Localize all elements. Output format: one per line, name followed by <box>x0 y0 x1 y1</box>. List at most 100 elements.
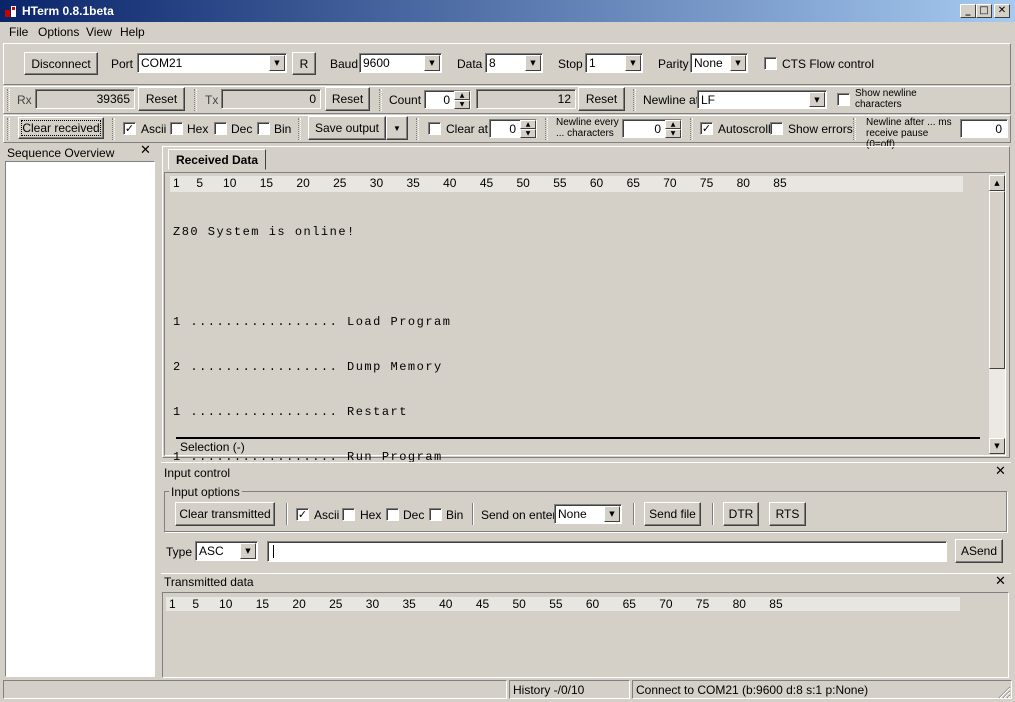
newline-at-select[interactable]: LF ▼ <box>697 90 827 109</box>
toolbar-grip[interactable] <box>112 118 115 140</box>
close-window-button[interactable]: ✕ <box>994 4 1010 18</box>
send-on-enter-select[interactable]: None ▼ <box>554 504 622 524</box>
tx-label: Tx <box>205 93 219 107</box>
close-icon[interactable]: ✕ <box>995 464 1006 479</box>
spin-up-icon[interactable]: ▲ <box>454 91 470 100</box>
connection-status: Connect to COM21 (b:9600 d:8 s:1 p:None) <box>632 680 1012 699</box>
cts-label: CTS Flow control <box>782 57 875 71</box>
count-reset-button[interactable]: Reset <box>578 87 625 111</box>
column-ruler: 1 5 10 15 20 25 30 35 40 45 50 55 60 65 … <box>166 597 960 611</box>
toolbar-grip[interactable] <box>298 118 301 140</box>
vertical-scrollbar[interactable]: ▲ ▼ <box>989 175 1005 454</box>
transmitted-data-title: Transmitted data <box>164 575 254 589</box>
clear-received-button[interactable]: Clear received <box>18 117 104 139</box>
type-label: Type <box>166 545 193 559</box>
separator <box>712 503 714 525</box>
close-icon[interactable]: ✕ <box>995 574 1006 589</box>
column-ruler: 1 5 10 15 20 25 30 35 40 45 50 55 60 65 … <box>170 176 963 192</box>
menu-help[interactable]: Help <box>120 25 145 39</box>
chevron-down-icon: ▼ <box>393 123 401 133</box>
clear-transmitted-button[interactable]: Clear transmitted <box>175 502 275 526</box>
show-errors-checkbox[interactable] <box>770 122 783 135</box>
toolbar-grip[interactable] <box>194 89 197 111</box>
sequence-list[interactable] <box>5 161 155 677</box>
close-icon[interactable]: ✕ <box>140 143 151 158</box>
received-line: 1 ................. Restart <box>173 405 408 419</box>
disconnect-button[interactable]: Disconnect <box>24 52 98 75</box>
toolbar-grip[interactable] <box>853 118 856 140</box>
toolbar-grip[interactable] <box>690 118 693 140</box>
input-ascii-checkbox[interactable]: ✓ <box>296 508 309 521</box>
rx-count: 39365 <box>35 89 135 109</box>
save-output-button[interactable]: Save output <box>308 116 386 140</box>
toolbar-grip[interactable] <box>7 89 10 111</box>
dec-checkbox[interactable] <box>214 122 227 135</box>
input-ascii-label: Ascii <box>314 508 340 522</box>
menu-file[interactable]: File <box>9 25 28 39</box>
toolbar-grip[interactable] <box>633 89 636 111</box>
autoscroll-checkbox[interactable]: ✓ <box>700 122 713 135</box>
newline-every-label: Newline every ... characters <box>556 117 619 139</box>
input-bin-checkbox[interactable] <box>429 508 442 521</box>
scroll-down-icon[interactable]: ▼ <box>989 438 1005 454</box>
received-line: 2 ................. Dump Memory <box>173 360 443 374</box>
menu-options[interactable]: Options <box>38 25 79 39</box>
toolbar-grip[interactable] <box>7 118 10 140</box>
save-output-dropdown[interactable]: ▼ <box>386 116 408 140</box>
newline-at-label: Newline at <box>643 93 700 107</box>
menu-view[interactable]: View <box>86 25 112 39</box>
type-select[interactable]: ASC ▼ <box>195 541 258 561</box>
spin-down-icon[interactable]: ▼ <box>454 100 470 109</box>
tab-received-data[interactable]: Received Data <box>168 149 266 170</box>
spin-down-icon[interactable]: ▼ <box>665 129 681 138</box>
resize-grip-icon[interactable] <box>998 686 1011 699</box>
rx-label: Rx <box>17 93 32 107</box>
toolbar-grip[interactable] <box>545 118 548 140</box>
separator <box>633 503 635 525</box>
scroll-up-icon[interactable]: ▲ <box>989 175 1005 191</box>
dtr-button[interactable]: DTR <box>723 502 759 526</box>
input-dec-checkbox[interactable] <box>386 508 399 521</box>
toolbar-grip[interactable] <box>416 118 419 140</box>
cts-checkbox[interactable] <box>764 57 777 70</box>
spin-up-icon[interactable]: ▲ <box>520 120 536 129</box>
ascii-checkbox[interactable]: ✓ <box>123 122 136 135</box>
stop-bits-select[interactable]: 1 ▼ <box>585 53 643 73</box>
hex-checkbox[interactable] <box>170 122 183 135</box>
rx-reset-button[interactable]: Reset <box>138 87 185 111</box>
asend-button[interactable]: ASend <box>955 539 1003 563</box>
input-hex-checkbox[interactable] <box>342 508 355 521</box>
tx-reset-button[interactable]: Reset <box>325 87 370 111</box>
spin-down-icon[interactable]: ▼ <box>520 129 536 138</box>
received-data-area[interactable]: 1 5 10 15 20 25 30 35 40 45 50 55 60 65 … <box>164 172 1006 464</box>
scrollbar-thumb[interactable] <box>989 191 1005 369</box>
selection-label: Selection (-) <box>180 440 245 454</box>
parity-select[interactable]: None ▼ <box>690 53 748 73</box>
newline-every-spinner[interactable]: 0 ▲ ▼ <box>622 119 682 138</box>
spin-up-icon[interactable]: ▲ <box>665 120 681 129</box>
data-bits-select[interactable]: 8 ▼ <box>485 53 543 73</box>
refresh-ports-button[interactable]: R <box>292 52 316 75</box>
chevron-down-icon: ▼ <box>625 55 641 71</box>
newline-after-input[interactable]: 0 <box>960 119 1008 138</box>
chevron-down-icon: ▼ <box>269 55 285 71</box>
clear-at-checkbox[interactable] <box>428 122 441 135</box>
newline-at-value: LF <box>701 92 716 107</box>
show-newline-checkbox[interactable] <box>837 93 850 106</box>
send-input[interactable] <box>267 541 947 562</box>
bin-checkbox[interactable] <box>257 122 270 135</box>
baud-select[interactable]: 9600 ▼ <box>359 53 442 73</box>
toolbar-grip[interactable] <box>379 89 382 111</box>
maximize-button[interactable]: □ <box>976 4 992 18</box>
transmitted-data-area[interactable]: 1 5 10 15 20 25 30 35 40 45 50 55 60 65 … <box>162 592 1009 678</box>
chevron-down-icon: ▼ <box>525 55 541 71</box>
count-spinner[interactable]: 0 ▲ ▼ <box>424 90 471 109</box>
input-hex-label: Hex <box>360 508 382 522</box>
clear-at-spinner[interactable]: 0 ▲ ▼ <box>489 119 537 138</box>
rts-button[interactable]: RTS <box>769 502 806 526</box>
tx-count: 0 <box>221 89 321 109</box>
port-select[interactable]: COM21 ▼ <box>137 53 287 73</box>
minimize-button[interactable]: _ <box>960 4 976 18</box>
send-file-button[interactable]: Send file <box>644 502 701 526</box>
baud-label: Baud <box>330 57 359 71</box>
